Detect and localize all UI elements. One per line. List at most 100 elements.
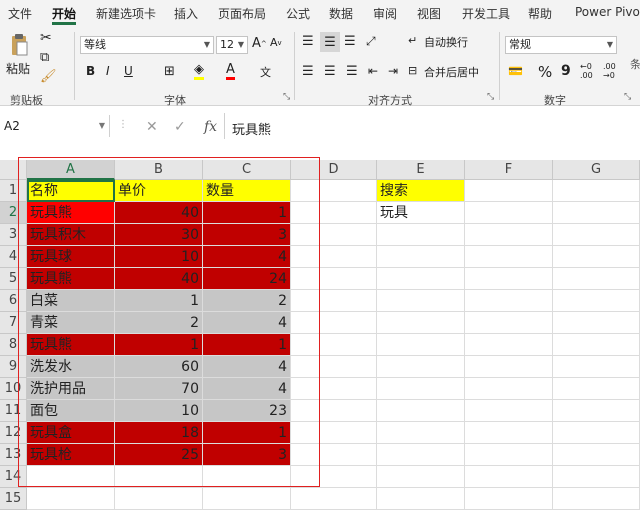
- cell[interactable]: [27, 466, 115, 488]
- cell[interactable]: [553, 202, 640, 224]
- price-cell[interactable]: 10: [115, 400, 203, 422]
- align-middle-icon[interactable]: ☰: [320, 32, 340, 52]
- cell[interactable]: [465, 444, 553, 466]
- name-cell[interactable]: 洗护用品: [27, 378, 115, 400]
- number-dialog-launcher-icon[interactable]: ⤡: [624, 92, 631, 102]
- cell[interactable]: [291, 180, 377, 202]
- search-label-cell[interactable]: 搜索: [377, 180, 465, 202]
- cell[interactable]: [291, 202, 377, 224]
- cell[interactable]: [377, 290, 465, 312]
- tab-file[interactable]: 文件: [8, 5, 32, 22]
- format-painter-icon[interactable]: 🖌: [40, 69, 57, 84]
- header-cell[interactable]: 单价: [115, 180, 203, 202]
- price-cell[interactable]: 1: [115, 334, 203, 356]
- cell[interactable]: [465, 400, 553, 422]
- underline-button[interactable]: U: [124, 64, 133, 78]
- accounting-format-icon[interactable]: 💳: [508, 64, 523, 78]
- cell[interactable]: [291, 334, 377, 356]
- price-cell[interactable]: 40: [115, 268, 203, 290]
- price-cell[interactable]: 60: [115, 356, 203, 378]
- cell[interactable]: [291, 400, 377, 422]
- cell[interactable]: [465, 224, 553, 246]
- qty-cell[interactable]: 4: [203, 356, 291, 378]
- cell[interactable]: [553, 246, 640, 268]
- name-cell[interactable]: 白菜: [27, 290, 115, 312]
- header-cell[interactable]: 名称: [27, 180, 115, 202]
- row-header[interactable]: 10: [0, 378, 27, 400]
- cell[interactable]: [115, 488, 203, 510]
- alignment-dialog-launcher-icon[interactable]: ⤡: [487, 92, 494, 102]
- orientation-icon[interactable]: ⤢: [366, 34, 376, 49]
- decrease-font-icon[interactable]: Av: [270, 36, 282, 49]
- cell[interactable]: [377, 334, 465, 356]
- qty-cell[interactable]: 4: [203, 246, 291, 268]
- phonetic-button[interactable]: 文: [260, 64, 271, 80]
- font-dialog-launcher-icon[interactable]: ⤡: [283, 92, 290, 102]
- paste-label[interactable]: 粘贴: [6, 60, 30, 77]
- qty-cell[interactable]: 2: [203, 290, 291, 312]
- cell[interactable]: [465, 312, 553, 334]
- qty-cell[interactable]: 4: [203, 378, 291, 400]
- name-box[interactable]: A2 ▼: [0, 115, 110, 137]
- qty-cell[interactable]: 1: [203, 422, 291, 444]
- cell[interactable]: [377, 400, 465, 422]
- increase-indent-icon[interactable]: ⇥: [388, 64, 398, 78]
- name-cell[interactable]: 玩具熊: [27, 334, 115, 356]
- cell[interactable]: [553, 356, 640, 378]
- row-header[interactable]: 7: [0, 312, 27, 334]
- copy-icon[interactable]: ⧉: [40, 50, 49, 65]
- cell[interactable]: [553, 180, 640, 202]
- name-cell[interactable]: 面包: [27, 400, 115, 422]
- row-header[interactable]: 9: [0, 356, 27, 378]
- cell[interactable]: [553, 444, 640, 466]
- cell[interactable]: [291, 488, 377, 510]
- cell[interactable]: [553, 224, 640, 246]
- cell[interactable]: [203, 488, 291, 510]
- cell[interactable]: [553, 488, 640, 510]
- qty-cell[interactable]: 24: [203, 268, 291, 290]
- cancel-icon[interactable]: ✕: [146, 119, 158, 135]
- qty-cell[interactable]: 23: [203, 400, 291, 422]
- price-cell[interactable]: 18: [115, 422, 203, 444]
- name-cell[interactable]: 玩具枪: [27, 444, 115, 466]
- cell[interactable]: [465, 356, 553, 378]
- percent-button[interactable]: %: [538, 63, 552, 81]
- wrap-text-icon[interactable]: ↵: [408, 34, 417, 47]
- name-cell[interactable]: 洗发水: [27, 356, 115, 378]
- cell[interactable]: [465, 180, 553, 202]
- cell[interactable]: [291, 224, 377, 246]
- cell[interactable]: [465, 334, 553, 356]
- insert-function-icon[interactable]: fx: [204, 119, 217, 135]
- row-header[interactable]: 12: [0, 422, 27, 444]
- merge-icon[interactable]: ⊟: [408, 64, 417, 77]
- cell[interactable]: [553, 334, 640, 356]
- cell[interactable]: [553, 378, 640, 400]
- cell[interactable]: [377, 488, 465, 510]
- price-cell[interactable]: 1: [115, 290, 203, 312]
- fill-color-icon[interactable]: ◈: [194, 62, 204, 80]
- increase-font-icon[interactable]: A ^: [252, 36, 267, 51]
- tab-insert[interactable]: 插入: [174, 5, 198, 22]
- cell[interactable]: [291, 246, 377, 268]
- styles-group-partial[interactable]: 条: [630, 56, 640, 72]
- price-cell[interactable]: 30: [115, 224, 203, 246]
- cell[interactable]: [465, 422, 553, 444]
- align-top-icon[interactable]: ☰: [302, 34, 314, 49]
- cell[interactable]: [377, 466, 465, 488]
- decrease-decimal-icon[interactable]: .00 →0: [603, 62, 616, 80]
- font-color-icon[interactable]: A: [226, 62, 235, 80]
- price-cell[interactable]: 70: [115, 378, 203, 400]
- row-header[interactable]: 13: [0, 444, 27, 466]
- cell[interactable]: [377, 356, 465, 378]
- price-cell[interactable]: 2: [115, 312, 203, 334]
- enter-icon[interactable]: ✓: [174, 119, 186, 135]
- column-header-a[interactable]: A: [27, 160, 115, 180]
- cell[interactable]: [377, 224, 465, 246]
- row-header[interactable]: 15: [0, 488, 27, 510]
- cell[interactable]: [377, 312, 465, 334]
- cell[interactable]: [553, 268, 640, 290]
- price-cell[interactable]: 10: [115, 246, 203, 268]
- column-header-g[interactable]: G: [553, 160, 640, 180]
- tab-developer[interactable]: 开发工具: [462, 5, 510, 22]
- row-header[interactable]: 14: [0, 466, 27, 488]
